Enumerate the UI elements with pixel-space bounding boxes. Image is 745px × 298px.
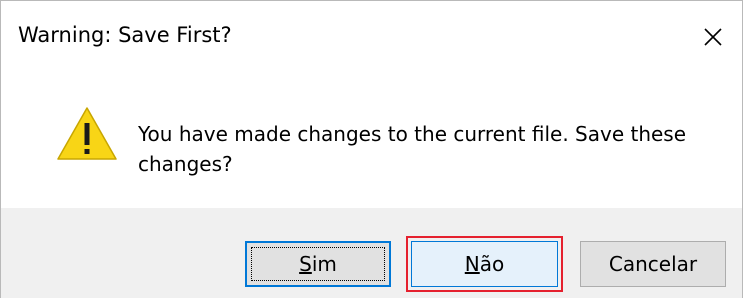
no-label-rest: ão [479,252,505,276]
close-icon [704,28,722,46]
cancel-button-label: Cancelar [608,252,698,276]
dialog-message: You have made changes to the current fil… [138,119,718,179]
warning-icon [57,107,117,160]
dialog-content: You have made changes to the current fil… [1,73,742,208]
save-warning-dialog: Warning: Save First? You have made chang… [0,0,743,298]
focus-rectangle [251,247,385,281]
dialog-button-bar: Sim Não Cancelar [1,208,742,298]
no-button[interactable]: Não [411,241,558,287]
cancel-button[interactable]: Cancelar [580,241,726,287]
dialog-titlebar: Warning: Save First? [1,1,742,73]
no-button-label: Não [465,252,504,276]
yes-button[interactable]: Sim [245,241,391,287]
no-accelerator: N [464,252,480,276]
message-line-2: changes? [138,152,233,176]
close-button[interactable] [684,1,742,73]
dialog-title: Warning: Save First? [18,23,232,47]
message-line-1: You have made changes to the current fil… [138,122,687,146]
